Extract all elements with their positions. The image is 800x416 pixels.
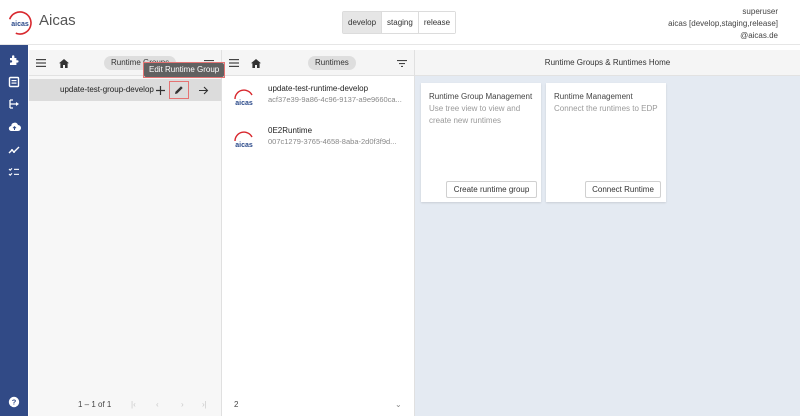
runtime-group-row[interactable]: update-test-group-develop: [29, 79, 221, 101]
menu-icon[interactable]: [228, 57, 240, 69]
pagination-range: 1 – 1 of 1: [78, 399, 112, 409]
runtimes-header: Runtimes: [222, 50, 414, 76]
help-icon[interactable]: ?: [7, 395, 21, 409]
runtime-count: 2: [234, 399, 239, 409]
runtime-id: 007c1279-3765-4658-8aba-2d0f3f9d...: [268, 137, 397, 146]
last-page-icon[interactable]: ›|: [202, 400, 207, 409]
runtime-name: 0E2Runtime: [268, 126, 313, 135]
runtimes-chip: Runtimes: [308, 56, 356, 70]
user-email: @aicas.de: [740, 31, 778, 40]
arrow-right-icon[interactable]: [198, 84, 210, 96]
create-runtime-group-button[interactable]: Create runtime group: [446, 181, 537, 198]
puzzle-icon[interactable]: [7, 53, 21, 67]
runtime-name: update-test-runtime-develop: [268, 84, 369, 93]
runtime-groups-panel: Runtime Groups 1 – 1 of 1 |‹ ‹ › ›|: [29, 50, 222, 416]
card-description: Use tree view to view and create new run…: [429, 104, 521, 125]
tooltip-highlight: [143, 62, 225, 78]
cloud-upload-icon[interactable]: [7, 120, 21, 134]
menu-icon[interactable]: [35, 57, 47, 69]
home-icon[interactable]: [250, 57, 262, 69]
first-page-icon[interactable]: |‹: [131, 400, 136, 409]
aicas-logo: aicas: [8, 11, 32, 35]
svg-text:aicas: aicas: [11, 21, 29, 28]
deploy-icon[interactable]: [7, 97, 21, 111]
checklist-icon[interactable]: [7, 165, 21, 179]
env-develop-button[interactable]: develop: [343, 12, 383, 33]
home-icon[interactable]: [58, 57, 70, 69]
env-staging-button[interactable]: staging: [382, 12, 419, 33]
pencil-icon: [175, 86, 183, 94]
card-description: Connect the runtimes to EDP: [554, 104, 658, 113]
add-icon[interactable]: [154, 84, 166, 96]
dashboard-icon[interactable]: [7, 75, 21, 89]
environment-switcher: develop staging release: [342, 11, 457, 34]
user-info[interactable]: superuser aicas [develop,staging,release…: [668, 6, 778, 42]
home-title: Runtime Groups & Runtimes Home: [544, 58, 671, 67]
svg-text:?: ?: [12, 398, 17, 407]
connect-runtime-button[interactable]: Connect Runtime: [585, 181, 661, 198]
runtime-id: acf37e39-9a86-4c96-9137-a9e9660ca...: [268, 95, 402, 104]
svg-text:aicas: aicas: [235, 100, 253, 107]
runtime-item[interactable]: aicas 0E2Runtime 007c1279-3765-4658-8aba…: [222, 122, 415, 162]
home-header: Runtime Groups & Runtimes Home: [415, 50, 800, 76]
runtime-management-card: Runtime Management Connect the runtimes …: [546, 83, 666, 202]
aicas-logo: aicas: [234, 89, 253, 107]
sidebar: ?: [0, 45, 28, 416]
runtime-item[interactable]: aicas update-test-runtime-develop acf37e…: [222, 80, 415, 120]
svg-text:aicas: aicas: [235, 142, 253, 149]
runtimes-footer: 2 ⌄: [222, 392, 414, 416]
top-bar: aicas Aicas develop staging release supe…: [0, 0, 800, 45]
runtimes-panel: Runtimes aicas update-test-runtime-devel…: [222, 50, 415, 416]
runtime-group-name: update-test-group-develop: [60, 85, 154, 94]
chevron-down-icon[interactable]: ⌄: [395, 400, 402, 409]
env-release-button[interactable]: release: [418, 12, 456, 33]
user-name: superuser: [742, 7, 778, 16]
app-title: Aicas: [39, 12, 76, 29]
aicas-logo: aicas: [234, 131, 253, 149]
card-title: Runtime Management: [554, 92, 633, 101]
next-page-icon[interactable]: ›: [181, 400, 184, 409]
card-title: Runtime Group Management: [429, 92, 533, 101]
edit-runtime-group-button[interactable]: [169, 81, 189, 99]
groups-paginator: 1 – 1 of 1 |‹ ‹ › ›|: [29, 392, 221, 416]
filter-icon[interactable]: [396, 57, 408, 69]
analytics-icon[interactable]: [7, 143, 21, 157]
prev-page-icon[interactable]: ‹: [156, 400, 159, 409]
user-org: aicas [develop,staging,release]: [668, 19, 778, 28]
runtime-group-management-card: Runtime Group Management Use tree view t…: [421, 83, 541, 202]
